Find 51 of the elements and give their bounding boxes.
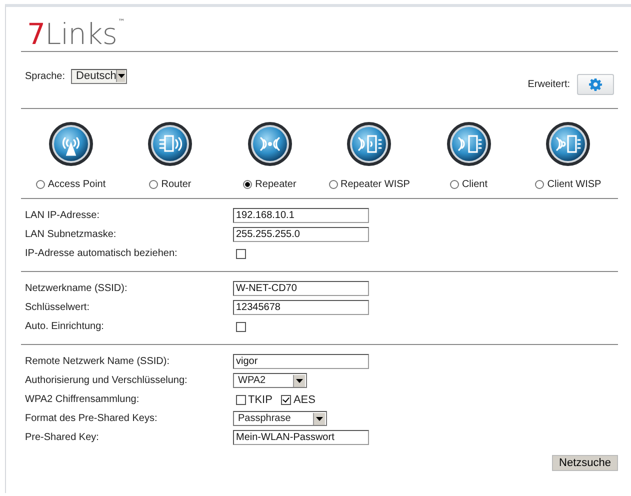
mode-label[interactable]: Access Point (48, 179, 106, 190)
mode-icon[interactable] (147, 121, 194, 167)
mode-label[interactable]: Repeater (255, 179, 296, 190)
mode-label[interactable]: Client WISP (547, 179, 602, 190)
field-label: LAN Subnetzmaske: (25, 229, 118, 240)
dropdown-arrow-icon (316, 416, 323, 420)
field-label: Netzwerkname (SSID): (25, 283, 128, 294)
radio-button[interactable] (149, 180, 158, 189)
radio-button[interactable] (535, 180, 544, 189)
dropdown-arrow-icon (118, 74, 125, 78)
input-field[interactable]: 12345678 (233, 300, 369, 315)
field-label: Remote Netzwerk Name (SSID): (25, 356, 170, 367)
radio-button[interactable] (328, 180, 338, 189)
field-label: LAN IP-Adresse: (25, 210, 100, 221)
field-label: Authorisierung und Verschlüsselung: (25, 375, 188, 386)
gear-icon (589, 78, 602, 90)
field-label: Auto. Einrichtung: (25, 321, 105, 332)
dropdown[interactable]: WPA2 (233, 373, 307, 388)
dropdown-arrow-icon (296, 378, 303, 382)
input-field[interactable]: 255.255.255.0 (233, 227, 369, 242)
mode-label[interactable]: Repeater WISP (340, 179, 410, 190)
mode-icon[interactable] (446, 121, 492, 167)
radio-button[interactable] (243, 180, 252, 189)
field-label: WPA2 Chiffrensammlung: (25, 394, 140, 405)
field-label: IP-Adresse automatisch beziehen: (25, 248, 178, 259)
mode-icon[interactable] (48, 121, 94, 167)
mode-icon[interactable] (346, 121, 392, 167)
input-field[interactable]: Mein-WLAN-Passwort (233, 430, 369, 445)
settings-button[interactable] (577, 74, 614, 94)
mode-label[interactable]: Router (161, 179, 192, 190)
input-field[interactable]: vigor (233, 354, 369, 369)
network-search-button[interactable]: Netzsuche (552, 455, 618, 471)
dropdown[interactable]: Passphrase (233, 411, 327, 426)
mode-icon[interactable] (545, 121, 592, 167)
language-dropdown[interactable]: Deutsch (71, 68, 128, 84)
mode-icon[interactable] (246, 121, 293, 167)
field-label: Format des Pre-Shared Keys: (25, 413, 158, 424)
field-label: Pre-Shared Key: (25, 432, 100, 443)
checkbox-option[interactable]: AES (278, 394, 316, 406)
input-field[interactable]: 192.168.10.1 (233, 208, 369, 223)
language-label: Sprache: (25, 70, 66, 82)
checkbox[interactable] (236, 248, 246, 258)
input-field[interactable]: W-NET-CD70 (233, 281, 369, 296)
checkbox-option[interactable]: TKIP (233, 394, 272, 406)
field-label: Schlüsselwert: (25, 302, 90, 313)
radio-button[interactable] (36, 180, 45, 189)
radio-button[interactable] (450, 180, 459, 189)
mode-label[interactable]: Client (462, 179, 488, 190)
brand-logo: 7Links$^{™}$ (27, 17, 124, 51)
advanced-label: Erweitert: (528, 78, 570, 90)
checkbox[interactable] (236, 322, 246, 332)
